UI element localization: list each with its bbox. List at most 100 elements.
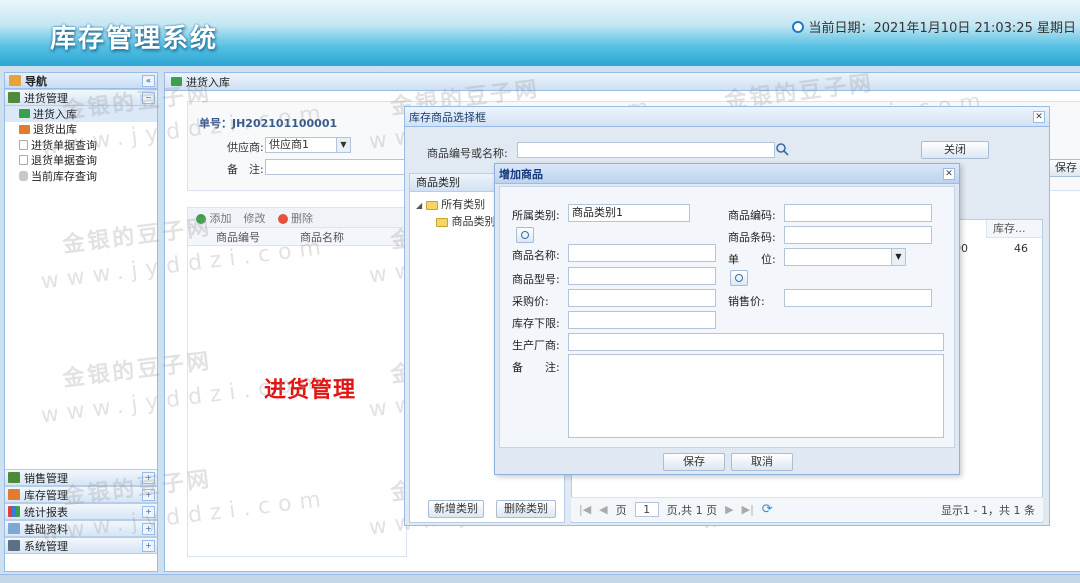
sale-price-input[interactable] <box>784 289 932 307</box>
column-header[interactable]: 商品编号 <box>216 229 260 245</box>
search-icon[interactable] <box>730 270 748 286</box>
group-label: 系统管理 <box>24 539 68 553</box>
close-dialog-button[interactable]: 关闭 <box>921 141 989 159</box>
sidebar-item-return-out[interactable]: 退货出库 <box>5 122 157 138</box>
add-dialog-title-bar: 增加商品 <box>495 164 959 184</box>
navigation-icon <box>9 75 21 86</box>
sidebar-item-label: 当前库存查询 <box>31 169 97 183</box>
min-stock-input[interactable] <box>568 311 716 329</box>
name-input[interactable] <box>568 244 716 262</box>
save-order-button[interactable]: 保存 <box>1049 159 1080 177</box>
pager-summary: 显示1 - 1，共 1 条 <box>941 503 1035 517</box>
search-icon[interactable] <box>775 142 791 158</box>
app-header: 库存管理系统 当前日期：2021年1月10日 21:03:25 星期日 <box>0 0 1080 66</box>
expand-group-button[interactable]: + <box>142 488 155 501</box>
stock-column-header[interactable]: 库存... <box>986 220 1042 238</box>
supplier-select[interactable]: 供应商1 ▼ <box>265 137 351 153</box>
dialog-title: 库存商品选择框 <box>409 110 486 124</box>
column-header[interactable]: 商品名称 <box>300 229 344 245</box>
group-label: 销售管理 <box>24 471 68 485</box>
expand-group-button[interactable]: + <box>142 471 155 484</box>
sidebar: 导航 « 进货管理 − 进货入库 退货出库 进货单据查询 退货单据查询 当前库存… <box>4 72 158 572</box>
dialog-title-bar: 库存商品选择框 <box>405 107 1049 127</box>
add-form: 所属类别: 商品类别1 商品编码: 商品条码: 商品名称: 单 位: ▼ 商品型… <box>499 186 955 448</box>
app-title: 库存管理系统 <box>50 24 219 54</box>
chevron-down-icon[interactable]: ▼ <box>336 138 350 152</box>
barcode-input[interactable] <box>784 226 932 244</box>
folder-icon <box>436 217 448 227</box>
category-input[interactable]: 商品类别1 <box>568 204 690 222</box>
arrow-in-icon <box>171 77 182 86</box>
edit-item-button[interactable]: 修改 <box>244 210 266 226</box>
sidebar-title: 导航 <box>25 74 47 88</box>
status-bar <box>0 574 1080 583</box>
expand-group-button[interactable]: + <box>142 522 155 535</box>
sidebar-group-system[interactable]: 系统管理 + <box>5 537 157 554</box>
save-button[interactable]: 保存 <box>663 453 725 471</box>
close-icon[interactable]: ✕ <box>1033 111 1045 123</box>
expand-group-button[interactable]: + <box>142 505 155 518</box>
unit-select[interactable]: ▼ <box>784 248 906 266</box>
sidebar-item-purchase-in[interactable]: 进货入库 <box>5 106 157 122</box>
collapse-group-button[interactable]: − <box>142 91 155 104</box>
sidebar-item-purchase-query[interactable]: 进货单据查询 <box>5 137 157 153</box>
remark-textarea[interactable] <box>568 354 944 438</box>
basic-data-icon <box>8 523 20 534</box>
purchase-price-input[interactable] <box>568 289 716 307</box>
search-input[interactable] <box>517 142 775 158</box>
arrow-in-icon <box>19 109 30 119</box>
sidebar-group-purchase[interactable]: 进货管理 − <box>5 89 157 106</box>
sidebar-item-label: 退货单据查询 <box>31 154 97 168</box>
page-number-input[interactable]: 1 <box>634 502 659 517</box>
sidebar-group-inventory[interactable]: 库存管理 + <box>5 486 157 503</box>
group-label: 基础资料 <box>24 522 68 536</box>
remark-input[interactable] <box>265 159 405 175</box>
code-label: 商品编码: <box>728 209 776 222</box>
refresh-icon[interactable]: ⟳ <box>762 502 773 517</box>
section-label: 进货管理 <box>264 378 357 403</box>
collapse-sidebar-button[interactable]: « <box>142 74 155 87</box>
sidebar-item-label: 进货单据查询 <box>31 138 97 152</box>
pager: |◀ ◀ 页 1 页,共 1 页 ▶ ▶| ⟳ 显示1 - 1，共 1 条 <box>571 497 1043 521</box>
page-total: 页,共 1 页 <box>666 503 718 517</box>
group-label: 统计报表 <box>24 505 68 519</box>
cancel-button[interactable]: 取消 <box>731 453 793 471</box>
last-page-icon[interactable]: ▶| <box>742 503 754 516</box>
model-label: 商品型号: <box>512 273 560 286</box>
expand-arrow-icon[interactable]: ◢ <box>416 201 422 210</box>
folder-icon <box>425 200 438 210</box>
prev-page-icon[interactable]: ◀ <box>599 503 607 516</box>
first-page-icon[interactable]: |◀ <box>579 503 591 516</box>
search-icon[interactable] <box>516 227 534 243</box>
sidebar-group-sales[interactable]: 销售管理 + <box>5 469 157 486</box>
delete-category-button[interactable]: 删除类别 <box>496 500 556 518</box>
code-input[interactable] <box>784 204 932 222</box>
manufacturer-input[interactable] <box>568 333 944 351</box>
delete-icon <box>277 213 288 224</box>
chevron-down-icon[interactable]: ▼ <box>891 249 905 265</box>
barcode-label: 商品条码: <box>728 231 776 244</box>
add-category-button[interactable]: 新增类别 <box>428 500 484 518</box>
add-item-button[interactable]: 添加 <box>196 210 232 226</box>
inventory-icon <box>8 489 20 500</box>
model-input[interactable] <box>568 267 716 285</box>
order-number: 单号：JH202101100001 <box>199 117 338 130</box>
sidebar-group-basic-data[interactable]: 基础资料 + <box>5 520 157 537</box>
expand-group-button[interactable]: + <box>142 539 155 552</box>
sidebar-item-return-query[interactable]: 退货单据查询 <box>5 153 157 169</box>
add-icon <box>196 213 206 224</box>
clock-icon <box>792 20 805 33</box>
close-icon[interactable]: ✕ <box>943 168 955 180</box>
next-page-icon[interactable]: ▶ <box>725 503 733 516</box>
group-label: 库存管理 <box>24 488 68 502</box>
edit-label: 修改 <box>243 211 266 225</box>
remark-label: 备 注: <box>227 163 264 176</box>
min-stock-label: 库存下限: <box>512 317 560 330</box>
system-icon <box>8 540 20 551</box>
delete-item-button[interactable]: 删除 <box>277 210 313 226</box>
purchase-group-icon <box>8 92 20 103</box>
purchase-price-label: 采购价: <box>512 295 549 308</box>
sidebar-item-stock-query[interactable]: 当前库存查询 <box>5 168 157 184</box>
sidebar-group-reports[interactable]: 统计报表 + <box>5 503 157 520</box>
tab-purchase-in[interactable]: 进货入库 <box>165 73 1080 91</box>
